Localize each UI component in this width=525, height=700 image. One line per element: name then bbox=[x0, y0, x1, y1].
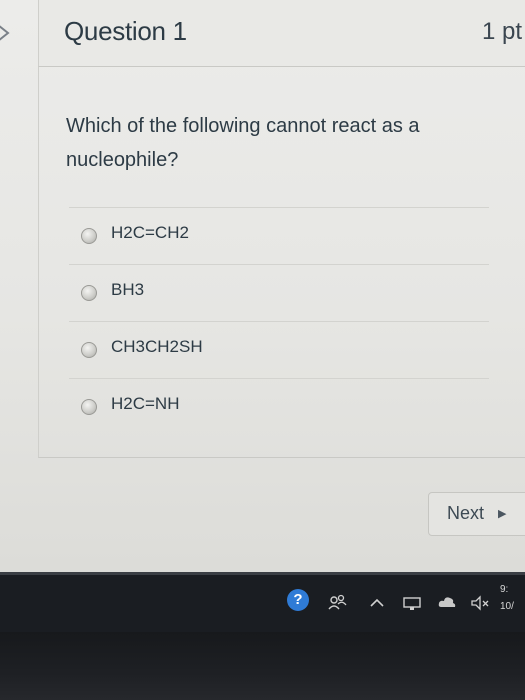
answer-label: CH3CH2SH bbox=[111, 337, 203, 356]
answer-label: H2C=NH bbox=[111, 394, 180, 413]
help-icon[interactable]: ? bbox=[287, 589, 309, 611]
radio-button[interactable] bbox=[81, 228, 97, 244]
system-clock[interactable]: 9: 10/ bbox=[500, 581, 514, 615]
play-arrow-icon: ▶ bbox=[498, 508, 507, 520]
people-icon[interactable] bbox=[326, 592, 348, 614]
question-title: Question 1 bbox=[64, 16, 187, 46]
clock-time: 9: bbox=[500, 584, 509, 595]
network-icon[interactable] bbox=[401, 592, 423, 614]
radio-button[interactable] bbox=[81, 285, 97, 301]
question-body: Which of the following cannot react as a… bbox=[38, 67, 525, 458]
next-button[interactable]: Next ▶ bbox=[428, 492, 525, 536]
answer-option[interactable]: H2C=CH2 bbox=[69, 207, 489, 264]
answer-option[interactable]: H2C=NH bbox=[69, 378, 489, 435]
answer-label: BH3 bbox=[111, 280, 145, 299]
back-chevron-icon[interactable] bbox=[0, 22, 16, 44]
question-header: Question 1 1 pt bbox=[38, 0, 525, 67]
answer-option[interactable]: CH3CH2SH bbox=[69, 321, 489, 378]
answer-option[interactable]: BH3 bbox=[69, 264, 489, 321]
radio-button[interactable] bbox=[81, 399, 97, 415]
monitor-bezel bbox=[0, 632, 525, 700]
chevron-up-icon[interactable] bbox=[366, 592, 388, 614]
radio-button[interactable] bbox=[81, 342, 97, 358]
volume-muted-icon[interactable] bbox=[469, 592, 491, 614]
answer-label: H2C=CH2 bbox=[111, 223, 189, 242]
quiz-screen: Question 1 1 pt Which of the following c… bbox=[0, 0, 525, 572]
question-points: 1 pt bbox=[481, 18, 522, 45]
cloud-icon[interactable] bbox=[436, 592, 458, 614]
next-button-label: Next bbox=[447, 503, 485, 523]
windows-taskbar: ? 9: 10/ bbox=[0, 572, 525, 635]
question-text: Which of the following cannot react as a… bbox=[66, 115, 420, 171]
clock-date: 10/ bbox=[500, 601, 514, 612]
